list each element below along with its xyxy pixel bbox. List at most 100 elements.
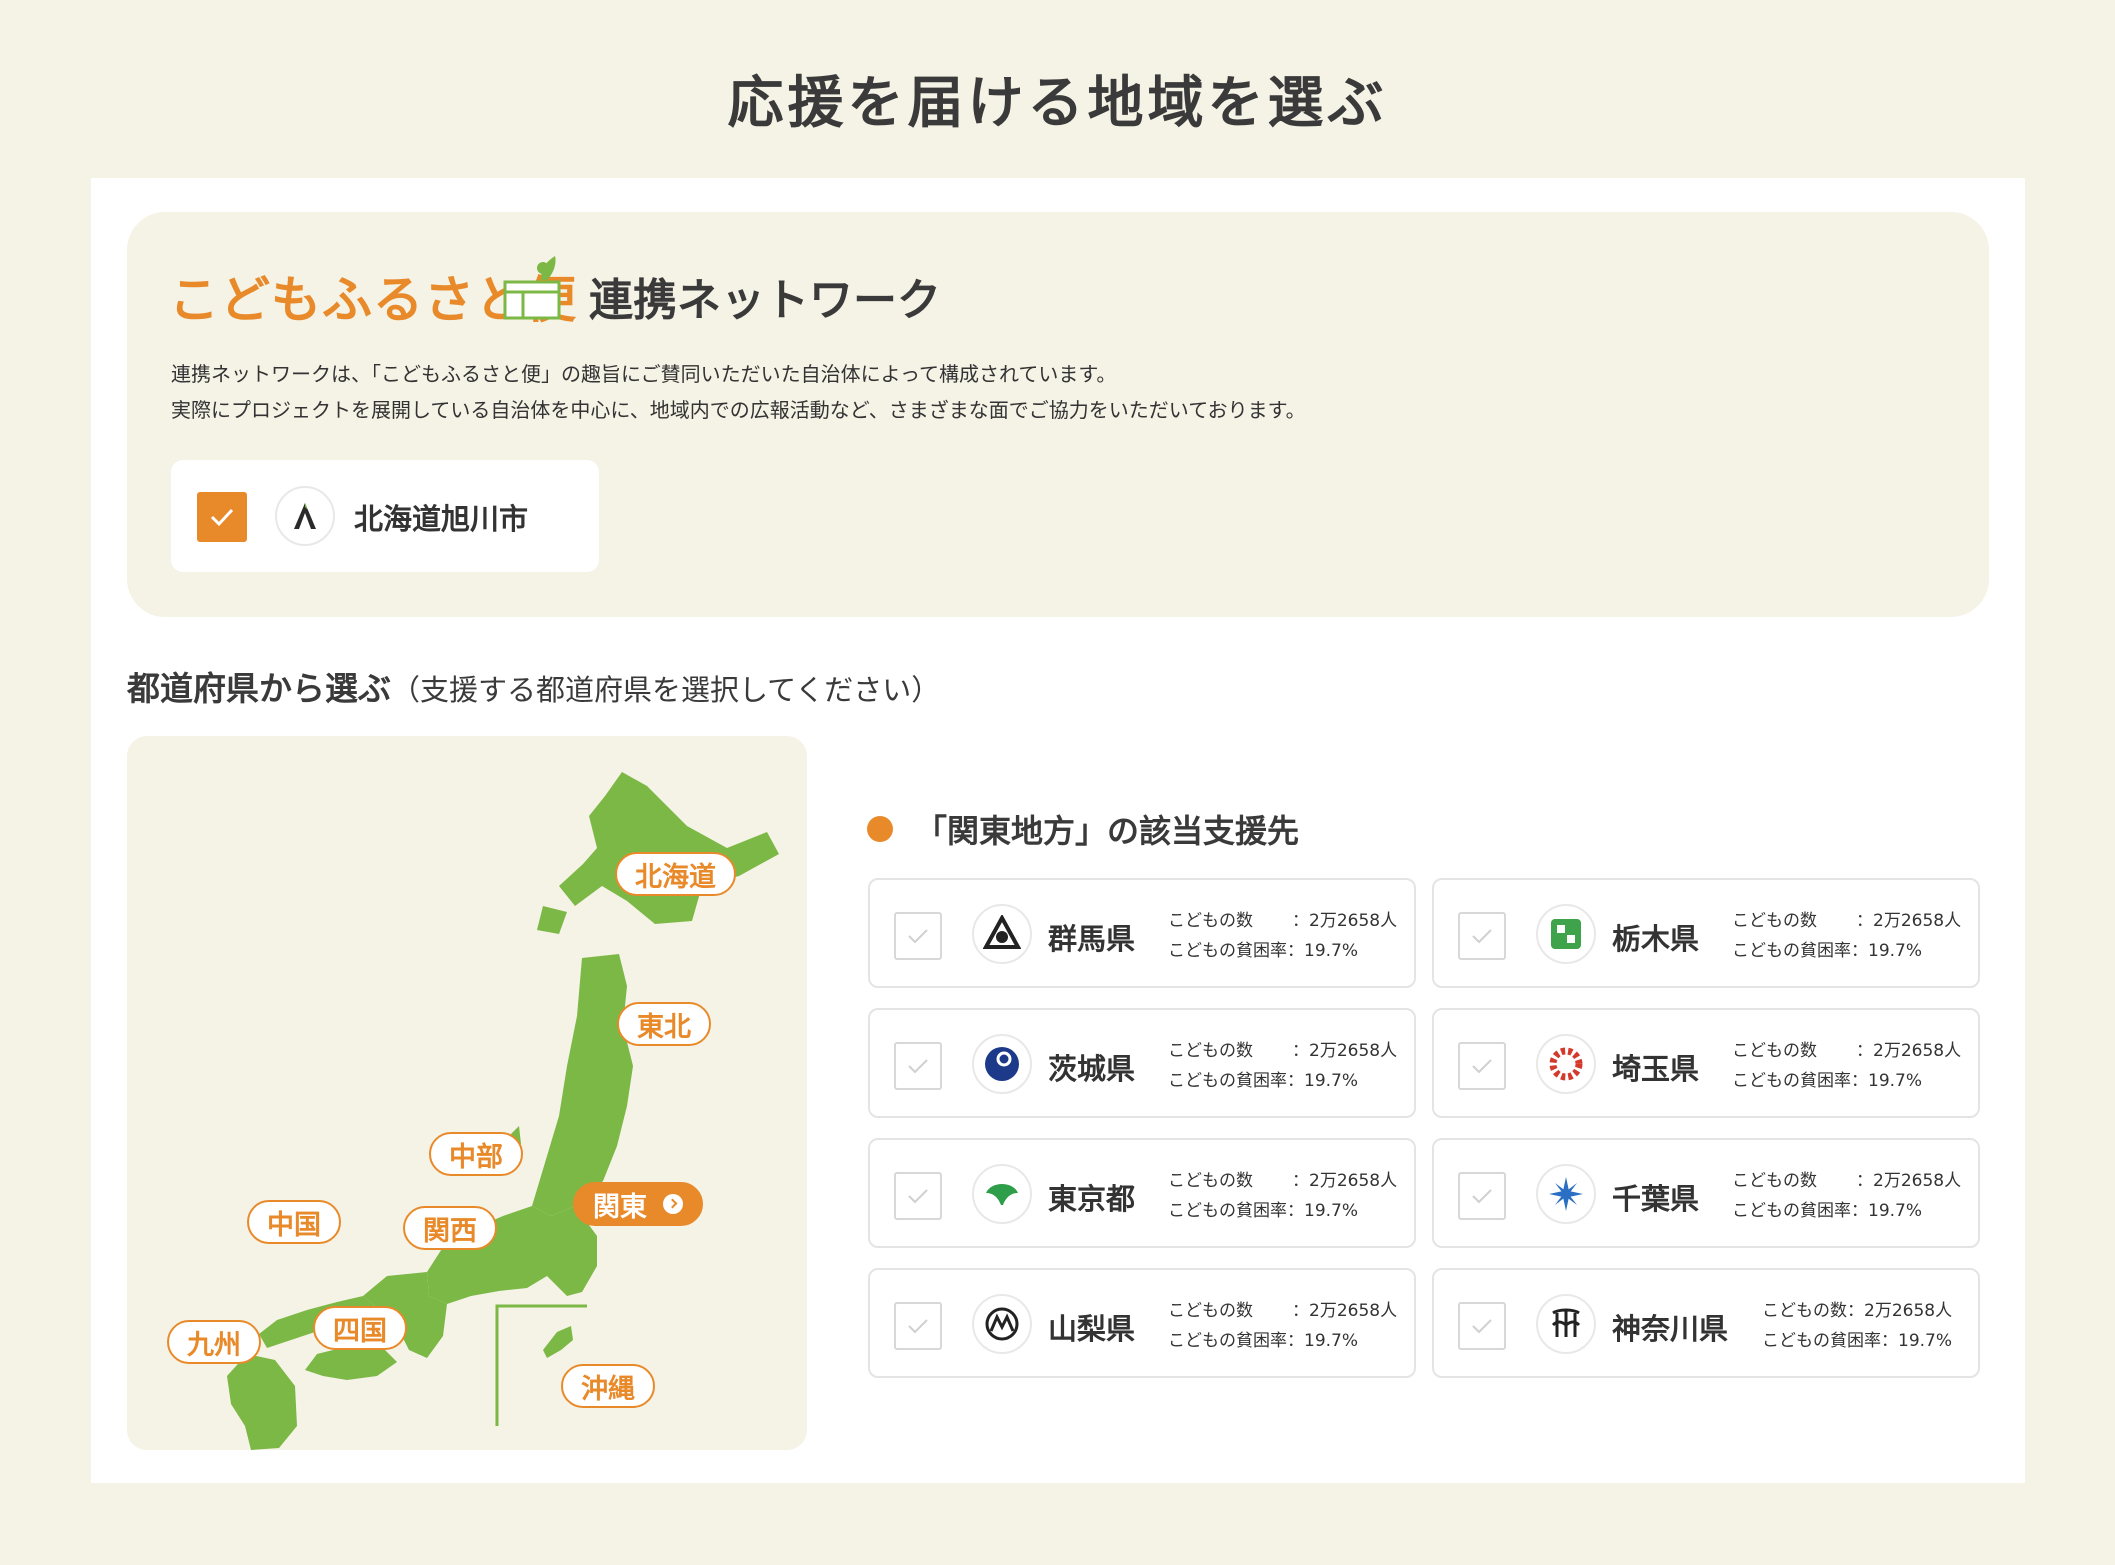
prefecture-stats: こどもの数 ：2万2658人 こどもの貧困率 ：19.7%	[1732, 1166, 1961, 1226]
check-icon	[908, 1189, 928, 1204]
map-shikoku	[305, 1346, 397, 1380]
children-label: こどもの数	[1168, 1301, 1253, 1321]
prefecture-heading-sub: （支援する都道府県を選択してください）	[391, 673, 941, 707]
municipality-name: 北海道旭川市	[354, 502, 529, 536]
prefecture-checkbox[interactable]	[1458, 1042, 1506, 1090]
prefecture-checkbox[interactable]	[894, 1172, 942, 1220]
tochigi-emblem-icon	[1536, 904, 1596, 964]
check-icon	[908, 929, 928, 944]
prefecture-heading-main: 都道府県から選ぶ	[127, 669, 391, 708]
poverty-value: ：19.7%	[1851, 1071, 1923, 1091]
prefecture-stats: こどもの数 ：2万2658人 こどもの貧困率 ：19.7%	[1732, 1036, 1961, 1096]
poverty-value: ：19.7%	[1287, 941, 1359, 961]
prefecture-checkbox[interactable]	[894, 1042, 942, 1090]
prefecture-name: 茨城県	[1048, 1052, 1136, 1086]
map-okinawa	[543, 1326, 573, 1358]
children-value: ：2万2658人	[1292, 1301, 1398, 1321]
results-heading: 「関東地方」の該当支援先	[867, 806, 1299, 852]
check-icon	[1472, 1189, 1492, 1204]
children-value: ：2万2658人	[1856, 1041, 1962, 1061]
region-shikoku[interactable]: 四国	[313, 1306, 407, 1350]
region-tohoku[interactable]: 東北	[617, 1002, 711, 1046]
prefecture-stats: こどもの数 ：2万2658人 こどもの貧困率 ：19.7%	[1168, 1166, 1397, 1226]
gunma-emblem-icon	[972, 904, 1032, 964]
municipality-checkbox[interactable]	[197, 492, 247, 542]
poverty-value: ：19.7%	[1851, 941, 1923, 961]
region-kanto-label: 関東	[593, 1191, 647, 1223]
prefecture-name: 群馬県	[1048, 922, 1136, 956]
children-label: こどもの数	[1168, 911, 1253, 931]
children-label: こどもの数	[1732, 1041, 1817, 1061]
prefecture-stats: こどもの数 ：2万2658人 こどもの貧困率 ：19.7%	[1762, 1296, 1952, 1356]
region-chubu[interactable]: 中部	[429, 1132, 523, 1176]
prefecture-card-chiba[interactable]: 千葉県 こどもの数 ：2万2658人 こどもの貧困率 ：19.7%	[1432, 1138, 1980, 1248]
region-hokkaido[interactable]: 北海道	[615, 852, 736, 896]
region-kansai[interactable]: 関西	[403, 1206, 497, 1250]
prefecture-card-kanagawa[interactable]: 神奈川県 こどもの数 ：2万2658人 こどもの貧困率 ：19.7%	[1432, 1268, 1980, 1378]
children-label: こどもの数	[1168, 1171, 1253, 1191]
prefecture-checkbox[interactable]	[1458, 912, 1506, 960]
bullet-dot-icon	[867, 816, 893, 842]
prefecture-stats: こどもの数 ：2万2658人 こどもの貧困率 ：19.7%	[1168, 906, 1397, 966]
kanagawa-emblem-icon	[1536, 1294, 1596, 1354]
children-value: ：2万2658人	[1292, 1171, 1398, 1191]
poverty-label: こどもの貧困率	[1762, 1331, 1881, 1351]
prefecture-name: 山梨県	[1048, 1312, 1136, 1346]
children-value: ：2万2658人	[1292, 911, 1398, 931]
prefecture-checkbox[interactable]	[1458, 1302, 1506, 1350]
network-desc-line1: 連携ネットワークは、「こどもふるさと便」の趣旨にご賛同いただいた自治体によって構…	[171, 362, 1117, 386]
poverty-value: ：19.7%	[1287, 1331, 1359, 1351]
prefecture-checkbox[interactable]	[894, 1302, 942, 1350]
children-value: ：2万2658人	[1856, 911, 1962, 931]
prefecture-card-yamanashi[interactable]: 山梨県 こどもの数 ：2万2658人 こどもの貧困率 ：19.7%	[868, 1268, 1416, 1378]
japan-map: 北海道 東北 中部 関東 中国 関西 四国 九州 沖縄	[127, 736, 807, 1450]
check-icon	[1472, 1059, 1492, 1074]
ibaraki-emblem-icon	[972, 1034, 1032, 1094]
network-section: こどもふるさと便 連携ネットワーク 連携ネットワークは、「こどもふるさと便」の趣…	[127, 212, 1989, 617]
prefecture-section-heading: 都道府県から選ぶ（支援する都道府県を選択してください）	[127, 662, 940, 710]
poverty-label: こどもの貧困率	[1168, 941, 1287, 961]
region-kanto[interactable]: 関東	[573, 1182, 703, 1226]
poverty-value: ：19.7%	[1287, 1071, 1359, 1091]
network-heading: 連携ネットワーク	[589, 275, 941, 326]
poverty-label: こどもの貧困率	[1732, 941, 1851, 961]
region-kyushu[interactable]: 九州	[167, 1320, 261, 1364]
saitama-emblem-icon	[1536, 1034, 1596, 1094]
prefecture-card-saitama[interactable]: 埼玉県 こどもの数 ：2万2658人 こどもの貧困率 ：19.7%	[1432, 1008, 1980, 1118]
prefecture-card-ibaraki[interactable]: 茨城県 こどもの数 ：2万2658人 こどもの貧困率 ：19.7%	[868, 1008, 1416, 1118]
prefecture-stats: こどもの数 ：2万2658人 こどもの貧困率 ：19.7%	[1168, 1036, 1397, 1096]
poverty-label: こどもの貧困率	[1732, 1201, 1851, 1221]
poverty-value: ：19.7%	[1287, 1201, 1359, 1221]
prefecture-name: 埼玉県	[1612, 1052, 1700, 1086]
prefecture-checkbox[interactable]	[1458, 1172, 1506, 1220]
children-label: こどもの数	[1168, 1041, 1253, 1061]
asahikawa-emblem-icon	[275, 486, 335, 546]
yamanashi-emblem-icon	[972, 1294, 1032, 1354]
children-label: こどもの数	[1732, 1171, 1817, 1191]
children-label: こどもの数	[1732, 911, 1817, 931]
municipality-card-asahikawa[interactable]: 北海道旭川市	[171, 460, 599, 572]
map-hokkaido	[559, 772, 779, 924]
prefecture-checkbox[interactable]	[894, 912, 942, 960]
region-chugoku[interactable]: 中国	[247, 1200, 341, 1244]
prefecture-card-tokyo[interactable]: 東京都 こどもの数 ：2万2658人 こどもの貧困率 ：19.7%	[868, 1138, 1416, 1248]
prefecture-card-gunma[interactable]: 群馬県 こどもの数 ：2万2658人 こどもの貧困率 ：19.7%	[868, 878, 1416, 988]
gift-box-icon	[503, 256, 561, 320]
prefecture-name: 東京都	[1048, 1182, 1136, 1216]
chiba-emblem-icon	[1536, 1164, 1596, 1224]
poverty-value: ：19.7%	[1851, 1201, 1923, 1221]
poverty-label: こどもの貧困率	[1168, 1331, 1287, 1351]
region-okinawa[interactable]: 沖縄	[561, 1364, 655, 1408]
children-value: ：2万2658人	[1292, 1041, 1398, 1061]
tokyo-emblem-icon	[972, 1164, 1032, 1224]
map-tohoku	[532, 954, 633, 1216]
check-icon	[908, 1059, 928, 1074]
poverty-value: ：19.7%	[1881, 1331, 1953, 1351]
prefecture-card-tochigi[interactable]: 栃木県 こどもの数 ：2万2658人 こどもの貧困率 ：19.7%	[1432, 878, 1980, 988]
results-heading-text: 「関東地方」の該当支援先	[915, 812, 1300, 850]
arrow-right-icon	[663, 1194, 683, 1214]
content-panel: こどもふるさと便 連携ネットワーク 連携ネットワークは、「こどもふるさと便」の趣…	[91, 178, 2025, 1483]
network-description: 連携ネットワークは、「こどもふるさと便」の趣旨にご賛同いただいた自治体によって構…	[171, 356, 1306, 428]
prefecture-name: 千葉県	[1612, 1182, 1700, 1216]
check-icon	[908, 1319, 928, 1334]
